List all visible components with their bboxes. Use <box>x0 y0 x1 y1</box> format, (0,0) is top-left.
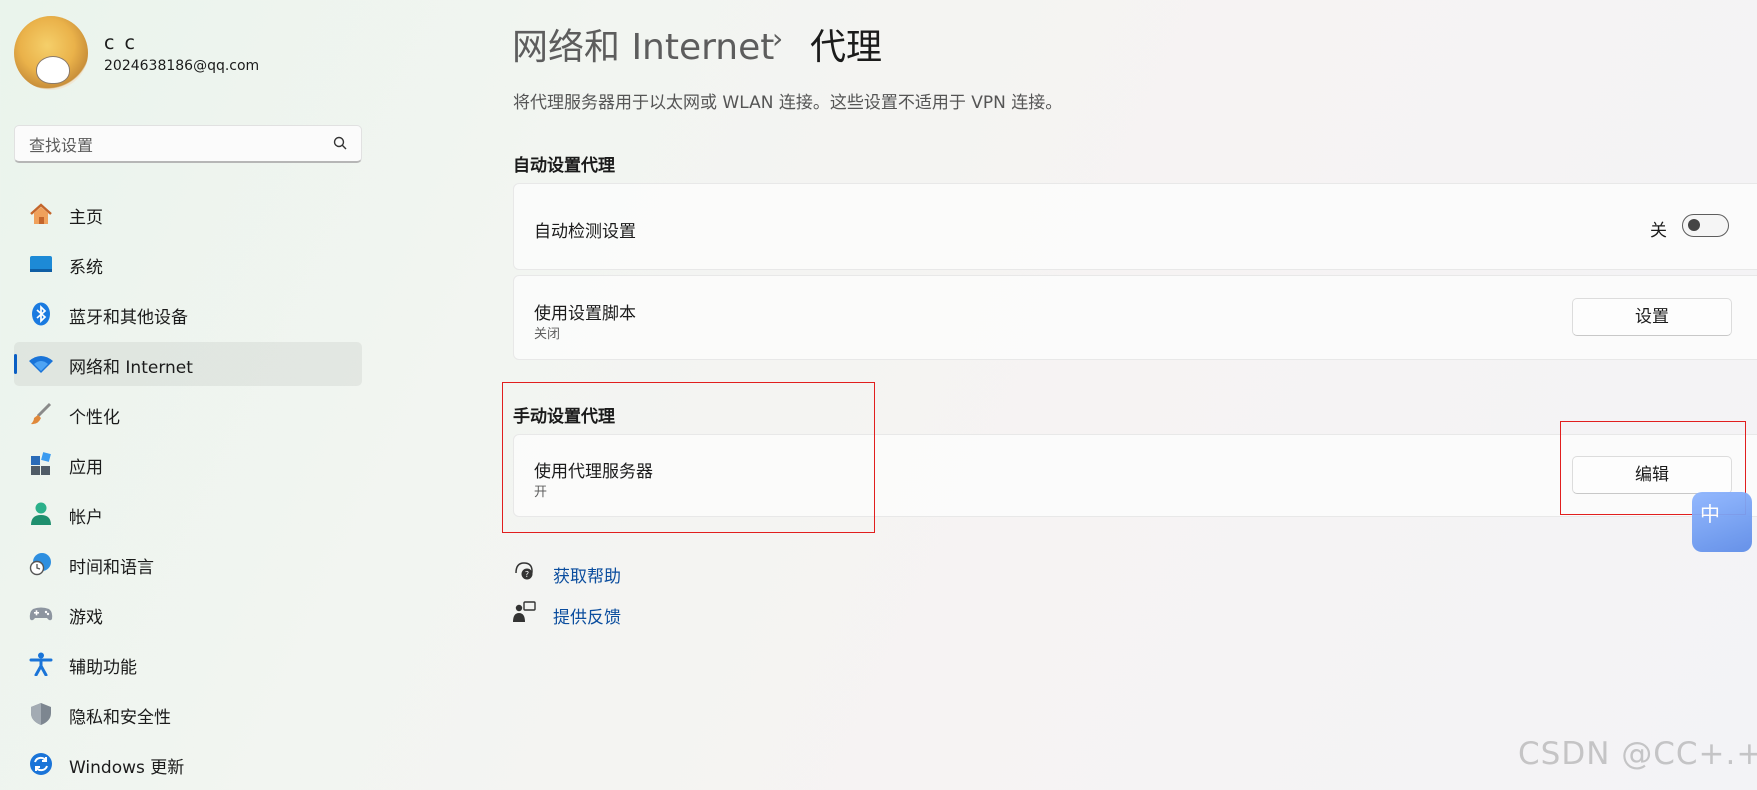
sidebar-item-system[interactable]: 系统 <box>14 242 362 286</box>
page-description: 将代理服务器用于以太网或 WLAN 连接。这些设置不适用于 VPN 连接。 <box>513 93 1063 113</box>
sidebar-item-bluetooth[interactable]: 蓝牙和其他设备 <box>14 292 362 336</box>
user-email: 2024638186@qq.com <box>104 58 260 74</box>
home-icon <box>30 203 52 224</box>
toggle-knob <box>1688 219 1700 231</box>
sidebar-item-label: 系统 <box>69 258 103 278</box>
active-indicator <box>14 354 17 374</box>
feedback-link[interactable]: 提供反馈 <box>553 603 621 628</box>
sidebar-item-gaming[interactable]: 游戏 <box>14 592 362 636</box>
user-name: c c <box>104 32 137 54</box>
sidebar-item-accessibility[interactable]: 辅助功能 <box>14 642 362 686</box>
sidebar-item-label: 帐户 <box>69 508 103 528</box>
auto-detect-card: 自动检测设置 <box>513 183 1757 270</box>
svg-text:?: ? <box>525 570 529 579</box>
paintbrush-icon <box>31 402 52 425</box>
search-box <box>14 125 362 163</box>
sidebar-item-label: Windows 更新 <box>69 758 185 778</box>
feedback-icon <box>513 601 536 622</box>
auto-detect-state: 关 <box>1650 221 1667 241</box>
breadcrumb-separator: › <box>772 22 784 55</box>
breadcrumb-parent[interactable]: 网络和 Internet <box>512 18 774 70</box>
setup-script-button[interactable]: 设置 <box>1572 298 1732 336</box>
sidebar-item-network[interactable]: 网络和 Internet <box>14 342 362 386</box>
sidebar-item-apps[interactable]: 应用 <box>14 442 362 486</box>
display-icon <box>30 256 52 272</box>
sidebar-item-privacy[interactable]: 隐私和安全性 <box>14 692 362 736</box>
search-icon[interactable] <box>333 136 347 150</box>
avatar-cat-illustration <box>36 56 70 84</box>
sidebar-item-label: 隐私和安全性 <box>69 708 171 728</box>
sidebar-item-label: 网络和 Internet <box>69 358 193 378</box>
sidebar-item-windows-update[interactable]: Windows 更新 <box>14 742 362 786</box>
accessibility-icon <box>29 652 53 676</box>
page-title: 代理 <box>810 27 883 68</box>
search-input[interactable] <box>27 132 321 158</box>
setup-script-title: 使用设置脚本 <box>534 304 636 324</box>
sidebar-item-time-language[interactable]: 时间和语言 <box>14 542 362 586</box>
sidebar-item-accounts[interactable]: 帐户 <box>14 492 362 536</box>
watermark: CSDN @CC+.+ <box>1518 736 1757 772</box>
wifi-icon <box>29 356 53 373</box>
setup-script-card: 使用设置脚本 关闭 <box>513 275 1757 360</box>
sidebar-item-label: 蓝牙和其他设备 <box>69 308 188 328</box>
sidebar-item-label: 主页 <box>69 208 103 228</box>
help-icon: ? <box>515 562 533 580</box>
apps-icon <box>31 452 51 475</box>
sidebar-item-label: 辅助功能 <box>69 658 137 678</box>
sidebar-item-home[interactable]: 主页 <box>14 192 362 236</box>
sidebar-item-label: 个性化 <box>69 408 120 428</box>
section-title-auto-proxy: 自动设置代理 <box>513 156 615 176</box>
globe-clock-icon <box>29 553 51 576</box>
sidebar-item-label: 游戏 <box>69 608 103 628</box>
highlight-box-manual-proxy <box>502 382 875 533</box>
auto-detect-toggle[interactable] <box>1682 214 1729 237</box>
setup-script-status: 关闭 <box>534 327 561 342</box>
sidebar-item-personalization[interactable]: 个性化 <box>14 392 362 436</box>
sidebar-item-label: 时间和语言 <box>69 558 154 578</box>
help-link[interactable]: 获取帮助 <box>553 562 621 587</box>
floating-widget-text: 中 <box>1700 502 1720 526</box>
avatar[interactable] <box>14 16 88 90</box>
bluetooth-icon <box>32 302 50 326</box>
auto-detect-title: 自动检测设置 <box>534 222 636 242</box>
update-icon <box>30 753 52 775</box>
sidebar-item-label: 应用 <box>69 458 103 478</box>
shield-icon <box>31 703 51 725</box>
person-icon <box>31 502 51 525</box>
floating-assistant-widget[interactable]: 中 <box>1692 492 1752 552</box>
gamepad-icon <box>29 607 53 621</box>
